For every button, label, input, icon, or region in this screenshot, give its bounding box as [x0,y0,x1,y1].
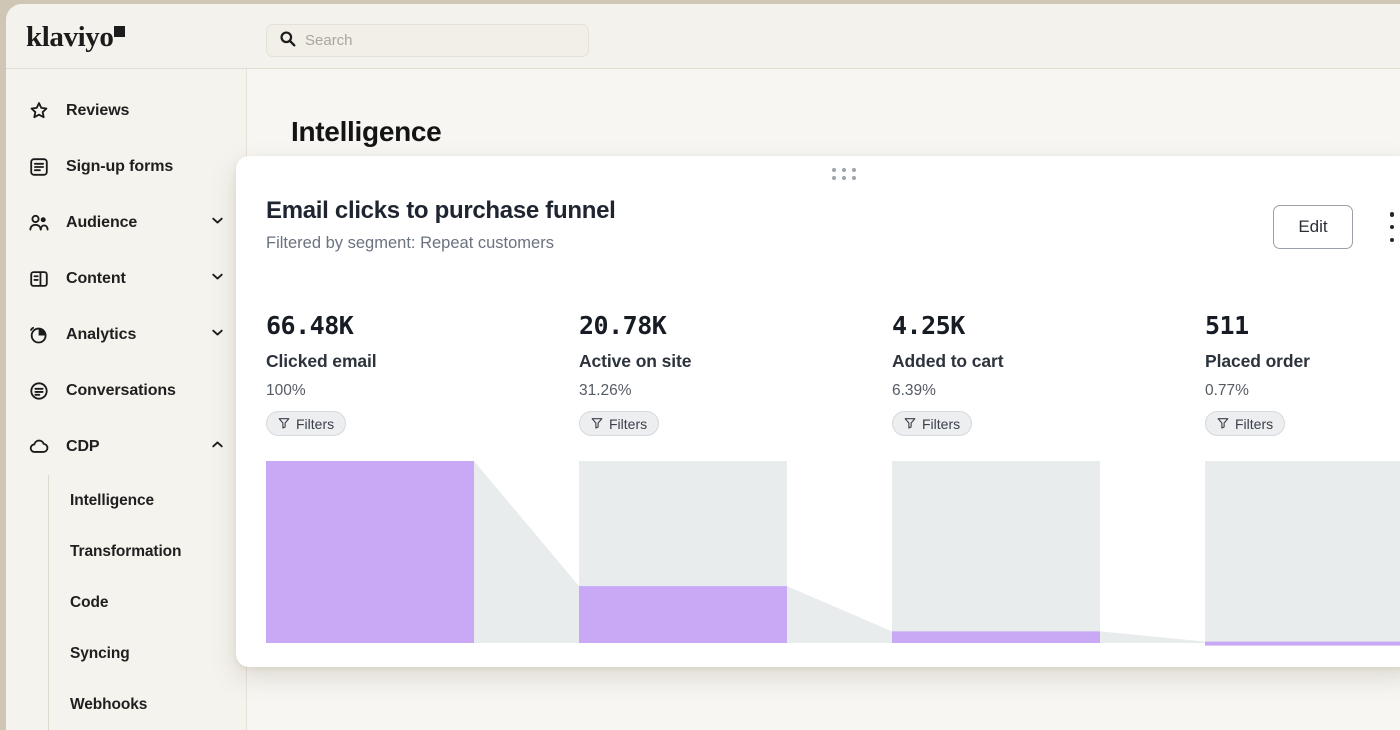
step-name: Placed order [1205,351,1400,372]
step-percent: 100% [266,382,566,400]
logo-square-icon [114,26,125,37]
filters-chip-label: Filters [922,416,960,432]
sidebar-item-label: Reviews [66,102,129,120]
conversations-icon [28,380,50,402]
sidebar-item-reviews[interactable]: Reviews [6,83,246,139]
sidebar-item-conversations[interactable]: Conversations [6,363,246,419]
filters-chip[interactable]: Filters [579,411,659,436]
step-value: 4.25K [892,313,1192,338]
sidebar-item-webhooks[interactable]: Webhooks [70,679,246,730]
funnel-filter-icon [591,416,603,432]
filters-chip-label: Filters [609,416,647,432]
funnel-step-3: 511 Placed order 0.77% Filters [1205,313,1400,436]
chevron-up-icon[interactable] [209,436,226,458]
funnel-step-2: 4.25K Added to cart 6.39% Filters [892,313,1192,436]
step-percent: 31.26% [579,382,879,400]
cdp-subnav: Intelligence Transformation Code Syncing… [48,475,246,730]
sidebar-item-label: Audience [66,214,137,232]
filters-chip-label: Filters [296,416,334,432]
funnel-chart: 66.48K Clicked email 100% Filters 20.78K… [236,156,1400,667]
people-icon [28,212,50,234]
sidebar: Reviews Sign-up forms [6,69,247,730]
funnel-filter-icon [278,416,290,432]
filters-chip[interactable]: Filters [1205,411,1285,436]
top-bar: klaviyo Search [6,4,1400,69]
sidebar-item-cdp[interactable]: CDP [6,419,246,475]
step-percent: 6.39% [892,382,1192,400]
sidebar-item-syncing[interactable]: Syncing [70,628,246,679]
pie-chart-icon [28,324,50,346]
chevron-down-icon[interactable] [209,324,226,346]
form-icon [28,156,50,178]
funnel-step-1: 20.78K Active on site 31.26% Filters [579,313,879,436]
sidebar-item-code[interactable]: Code [70,577,246,628]
step-percent: 0.77% [1205,382,1400,400]
filters-chip-label: Filters [1235,416,1273,432]
sidebar-item-content[interactable]: Content [6,251,246,307]
cloud-icon [28,436,50,458]
filters-chip[interactable]: Filters [892,411,972,436]
sidebar-item-label: Conversations [66,382,176,400]
content-icon [28,268,50,290]
logo-text: klaviyo [26,21,113,53]
funnel-card: Email clicks to purchase funnel Filtered… [236,156,1400,667]
star-icon [28,100,50,122]
sidebar-item-analytics[interactable]: Analytics [6,307,246,363]
sidebar-item-label: Sign-up forms [66,158,173,176]
funnel-filter-icon [904,416,916,432]
page-title: Intelligence [291,116,441,148]
sidebar-item-label: Analytics [66,326,136,344]
funnel-step-0: 66.48K Clicked email 100% Filters [266,313,566,436]
sidebar-item-intelligence[interactable]: Intelligence [70,475,246,526]
search-input[interactable]: Search [266,24,589,57]
sidebar-item-audience[interactable]: Audience [6,195,246,251]
sidebar-item-label: Content [66,270,126,288]
sidebar-item-sign-up-forms[interactable]: Sign-up forms [6,139,246,195]
step-name: Clicked email [266,351,566,372]
sidebar-item-label: CDP [66,438,99,456]
chevron-down-icon[interactable] [209,212,226,234]
step-name: Added to cart [892,351,1192,372]
klaviyo-logo[interactable]: klaviyo [26,21,125,54]
search-placeholder: Search [305,32,353,49]
app-window: klaviyo Search Reviews [6,4,1400,730]
sidebar-item-transformation[interactable]: Transformation [70,526,246,577]
step-name: Active on site [579,351,879,372]
search-icon [279,30,296,52]
filters-chip[interactable]: Filters [266,411,346,436]
step-value: 20.78K [579,313,879,338]
funnel-filter-icon [1217,416,1229,432]
step-value: 66.48K [266,313,566,338]
chevron-down-icon[interactable] [209,268,226,290]
step-value: 511 [1205,313,1400,338]
